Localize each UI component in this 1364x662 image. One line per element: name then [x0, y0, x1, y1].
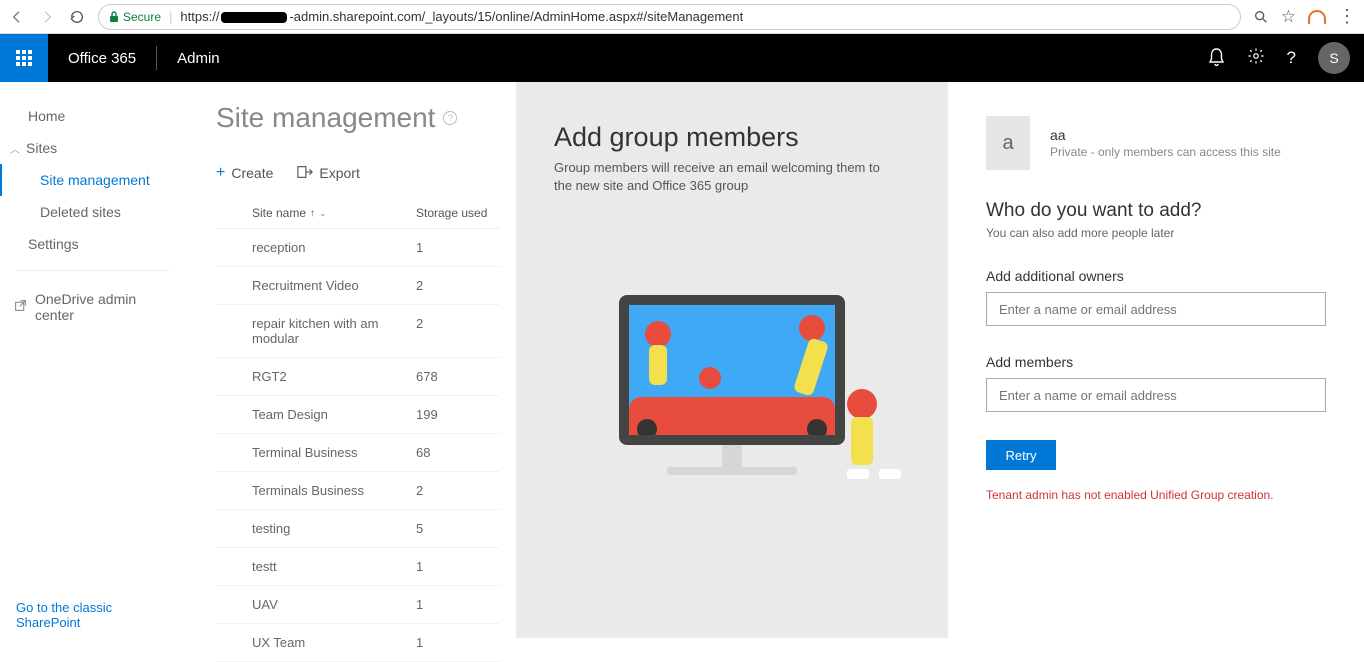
external-link-icon — [14, 299, 27, 315]
chevron-up-icon: ︿ — [10, 141, 20, 156]
url-text: https://-admin.sharepoint.com/_layouts/1… — [180, 9, 743, 24]
export-icon — [297, 165, 313, 182]
export-button[interactable]: Export — [297, 164, 359, 182]
table-row[interactable]: UAV1 — [216, 586, 500, 624]
table-row[interactable]: repair kitchen with am modular2 — [216, 305, 500, 358]
search-in-page-icon[interactable] — [1253, 9, 1269, 25]
create-button[interactable]: + Create — [216, 164, 273, 182]
plus-icon: + — [216, 164, 225, 182]
secure-label: Secure — [123, 10, 161, 24]
classic-sharepoint-link[interactable]: Go to the classic SharePoint — [0, 600, 186, 638]
table-row[interactable]: reception1 — [216, 229, 500, 267]
add-members-panel: Add group members Group members will rec… — [516, 82, 948, 638]
reload-icon[interactable] — [68, 8, 86, 26]
cell-storage: 2 — [416, 278, 496, 293]
cell-site-name: reception — [216, 240, 416, 255]
info-icon[interactable]: ? — [443, 111, 457, 125]
nav-settings[interactable]: Settings — [0, 228, 186, 260]
table-row[interactable]: Recruitment Video2 — [216, 267, 500, 305]
cell-storage: 1 — [416, 635, 496, 650]
cell-site-name: Terminal Business — [216, 445, 416, 460]
forward-icon[interactable] — [38, 8, 56, 26]
cell-storage: 1 — [416, 559, 496, 574]
cell-storage: 5 — [416, 521, 496, 536]
group-avatar: a — [986, 116, 1030, 170]
cell-storage: 678 — [416, 369, 496, 384]
cell-storage: 68 — [416, 445, 496, 460]
cell-site-name: Recruitment Video — [216, 278, 416, 293]
nav-home[interactable]: Home — [0, 100, 186, 132]
group-name: aa — [1050, 127, 1281, 143]
group-form-panel: a aa Private - only members can access t… — [948, 82, 1364, 638]
table-row[interactable]: testt1 — [216, 548, 500, 586]
owners-label: Add additional owners — [986, 268, 1326, 284]
back-icon[interactable] — [8, 8, 26, 26]
form-heading: Who do you want to add? — [986, 200, 1326, 222]
cell-storage: 2 — [416, 483, 496, 498]
lock-icon: Secure — [109, 10, 161, 24]
table-row[interactable]: RGT2678 — [216, 358, 500, 396]
nav-deleted-sites[interactable]: Deleted sites — [0, 196, 186, 228]
cell-storage: 2 — [416, 316, 496, 346]
help-icon[interactable]: ? — [1287, 48, 1296, 68]
suite-bar: Office 365 Admin ? S — [0, 34, 1364, 82]
notifications-icon[interactable] — [1208, 47, 1225, 70]
retry-button[interactable]: Retry — [986, 440, 1056, 470]
suite-app-label[interactable]: Admin — [157, 50, 240, 67]
members-input[interactable] — [986, 378, 1326, 412]
kebab-menu-icon[interactable]: ⋮ — [1338, 6, 1356, 27]
nav-onedrive-admin[interactable]: OneDrive admin center — [0, 281, 186, 333]
cell-storage: 199 — [416, 407, 496, 422]
redacted-segment — [221, 12, 287, 23]
browser-chrome: Secure | https://-admin.sharepoint.com/_… — [0, 0, 1364, 34]
table-header: Site name ↑ ⌄ Storage used — [216, 198, 500, 229]
group-privacy: Private - only members can access this s… — [1050, 145, 1281, 159]
avatar[interactable]: S — [1318, 42, 1350, 74]
panel-title: Add group members — [554, 122, 910, 153]
gear-icon[interactable] — [1247, 47, 1265, 69]
divider — [16, 270, 170, 271]
table-row[interactable]: Terminal Business68 — [216, 434, 500, 472]
cell-site-name: UAV — [216, 597, 416, 612]
app-launcher-icon[interactable] — [0, 34, 48, 82]
sites-table: Site name ↑ ⌄ Storage used reception1Rec… — [216, 198, 500, 662]
command-bar: + Create Export — [216, 164, 500, 182]
table-row[interactable]: Terminals Business2 — [216, 472, 500, 510]
cell-site-name: Team Design — [216, 407, 416, 422]
cell-site-name: RGT2 — [216, 369, 416, 384]
form-subheading: You can also add more people later — [986, 226, 1326, 240]
cell-storage: 1 — [416, 597, 496, 612]
cell-site-name: repair kitchen with am modular — [216, 316, 416, 346]
cell-storage: 1 — [416, 240, 496, 255]
address-bar[interactable]: Secure | https://-admin.sharepoint.com/_… — [98, 4, 1241, 30]
site-management-panel: Site management ? + Create Export Site n… — [186, 82, 516, 638]
col-storage-used[interactable]: Storage used — [416, 206, 496, 220]
cell-site-name: testt — [216, 559, 416, 574]
table-row[interactable]: UX Team1 — [216, 624, 500, 662]
table-row[interactable]: testing5 — [216, 510, 500, 548]
suite-brand[interactable]: Office 365 — [48, 50, 156, 67]
cell-site-name: testing — [216, 521, 416, 536]
panel-subtitle: Group members will receive an email welc… — [554, 159, 894, 195]
illustration — [554, 295, 910, 475]
cell-site-name: Terminals Business — [216, 483, 416, 498]
owners-input[interactable] — [986, 292, 1326, 326]
error-message: Tenant admin has not enabled Unified Gro… — [986, 488, 1326, 502]
nav-site-management[interactable]: Site management — [0, 164, 186, 196]
nav-sites[interactable]: ︿ Sites — [0, 132, 186, 164]
table-row[interactable]: Team Design199 — [216, 396, 500, 434]
members-label: Add members — [986, 354, 1326, 370]
chevron-down-icon: ⌄ — [319, 208, 327, 219]
cell-site-name: UX Team — [216, 635, 416, 650]
extension-icon[interactable] — [1308, 10, 1326, 24]
star-icon[interactable]: ☆ — [1281, 7, 1296, 27]
col-site-name[interactable]: Site name ↑ ⌄ — [216, 206, 416, 220]
left-nav: Home ︿ Sites Site management Deleted sit… — [0, 82, 186, 638]
page-title: Site management ? — [216, 102, 500, 134]
sort-asc-icon: ↑ — [310, 208, 315, 219]
